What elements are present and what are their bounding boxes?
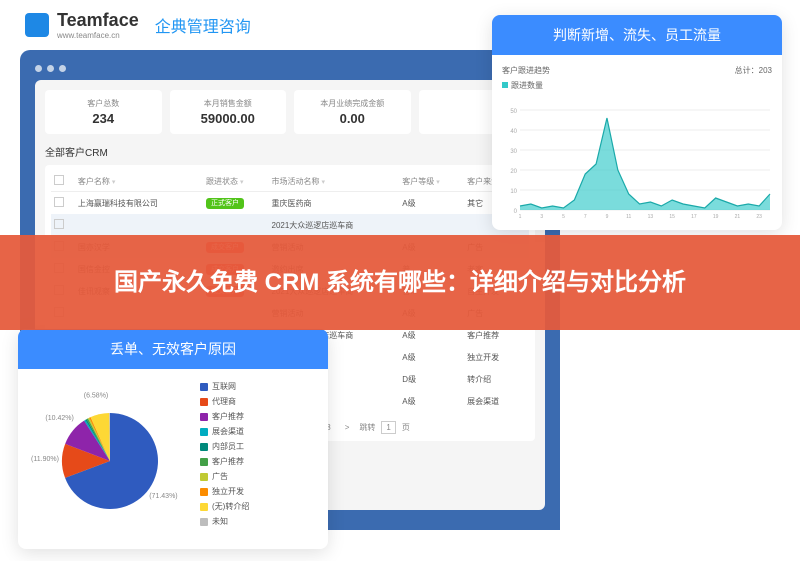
stat-label: 客户总数	[53, 98, 154, 109]
svg-text:9: 9	[606, 214, 609, 220]
svg-text:19: 19	[713, 214, 719, 220]
brand-logo: Teamface www.teamface.cn 企典管理咨询	[25, 10, 251, 40]
legend-swatch	[200, 503, 208, 511]
brand-tagline: 企典管理咨询	[155, 13, 251, 37]
legend-item: 代理商	[200, 396, 249, 407]
pie-chart-title: 丢单、无效客户原因	[18, 329, 328, 369]
svg-text:(10.42%): (10.42%)	[45, 415, 73, 422]
svg-text:13: 13	[648, 214, 654, 220]
brand-name: Teamface	[57, 10, 139, 31]
stat-card: 本月销售金额 59000.00	[170, 90, 287, 134]
line-chart-subtitle: 客户跟进趋势	[502, 65, 550, 76]
legend-item: 独立开发	[200, 486, 249, 497]
legend-swatch	[200, 458, 208, 466]
table-header[interactable]: 跟进状态▾	[203, 171, 269, 192]
line-chart-card: 判断新增、流失、员工流量 客户跟进趋势 总计：203 跟进数量 0 10 20 30 4…	[492, 15, 782, 230]
stat-value: 59000.00	[178, 111, 279, 126]
table-header[interactable]: 客户等级▾	[399, 171, 464, 192]
stat-card: 客户总数 234	[45, 90, 162, 134]
window-controls[interactable]	[35, 65, 545, 72]
line-chart: 010203040501357911131517192123	[502, 95, 772, 225]
sort-icon[interactable]: ▾	[322, 179, 326, 186]
legend-swatch	[200, 443, 208, 451]
pie-chart: (71.43%) (11.90%) (10.42%) (6.58%)	[30, 381, 190, 541]
legend-item: 客户推荐	[200, 456, 249, 467]
stat-card: 本月业绩完成金额 0.00	[294, 90, 411, 134]
sort-icon[interactable]: ▾	[240, 179, 244, 186]
legend-item: 客户推荐	[200, 411, 249, 422]
svg-text:(71.43%): (71.43%)	[149, 493, 177, 500]
sort-icon[interactable]: ▾	[436, 179, 440, 186]
article-title: 国产永久免费 CRM 系统有哪些：详细介绍与对比分析	[74, 266, 726, 300]
svg-text:(6.58%): (6.58%)	[84, 393, 109, 400]
legend-item: 广告	[200, 471, 249, 482]
article-title-overlay: 国产永久免费 CRM 系统有哪些：详细介绍与对比分析	[0, 235, 800, 330]
legend-swatch	[200, 473, 208, 481]
svg-text:15: 15	[669, 214, 675, 220]
legend-item: 展会渠道	[200, 426, 249, 437]
svg-text:20: 20	[510, 169, 517, 175]
line-chart-title: 判断新增、流失、员工流量	[492, 15, 782, 55]
table-header[interactable]: 客户名称▾	[75, 171, 203, 192]
stat-value: 0.00	[302, 111, 403, 126]
legend-swatch	[200, 518, 208, 526]
svg-text:10: 10	[510, 189, 517, 195]
legend-item: 内部员工	[200, 441, 249, 452]
svg-text:23: 23	[756, 214, 762, 220]
status-badge: 正式客户	[206, 198, 244, 209]
line-chart-legend: 跟进数量	[502, 80, 543, 91]
svg-text:17: 17	[691, 214, 697, 220]
stat-label: 本月销售金额	[178, 98, 279, 109]
svg-text:1: 1	[519, 214, 522, 220]
stat-label: 本月业绩完成金额	[302, 98, 403, 109]
legend-swatch	[200, 428, 208, 436]
svg-text:30: 30	[510, 149, 517, 155]
table-header[interactable]: 市场活动名称▾	[269, 171, 400, 192]
checkbox-icon[interactable]	[54, 197, 64, 207]
legend-swatch	[200, 413, 208, 421]
svg-text:7: 7	[584, 214, 587, 220]
svg-text:(11.90%): (11.90%)	[31, 456, 59, 463]
svg-text:5: 5	[562, 214, 565, 220]
pager-next[interactable]: >	[341, 421, 354, 434]
svg-text:21: 21	[735, 214, 741, 220]
section-title: 全部客户CRM	[45, 144, 535, 159]
stat-value: 234	[53, 111, 154, 126]
legend-swatch	[200, 488, 208, 496]
table-row[interactable]: 2021大众巡逻店巡车商	[51, 214, 529, 236]
table-row[interactable]: 上海赢瑞科技有限公司正式客户重庆医药商A级其它	[51, 192, 529, 215]
pie-legend: 互联网代理商客户推荐展会渠道内部员工客户推荐广告独立开发(无)转介绍未知	[200, 381, 249, 541]
checkbox-icon[interactable]	[54, 175, 64, 185]
pie-chart-card: 丢单、无效客户原因 (71.43%) (11.90%) (10.42%) (6.58%…	[18, 329, 328, 549]
svg-text:11: 11	[626, 214, 631, 220]
svg-text:0: 0	[514, 209, 518, 215]
svg-text:40: 40	[510, 129, 517, 135]
svg-text:50: 50	[510, 109, 517, 115]
svg-text:3: 3	[540, 214, 543, 220]
legend-swatch	[200, 383, 208, 391]
legend-swatch	[200, 398, 208, 406]
table-header[interactable]	[51, 171, 75, 192]
legend-item: (无)转介绍	[200, 501, 249, 512]
checkbox-icon[interactable]	[54, 219, 64, 229]
legend-item: 未知	[200, 516, 249, 527]
logo-icon	[25, 13, 49, 37]
sort-icon[interactable]: ▾	[112, 179, 116, 186]
brand-url: www.teamface.cn	[57, 31, 139, 40]
legend-item: 互联网	[200, 381, 249, 392]
line-chart-total: 总计：203	[735, 65, 772, 76]
